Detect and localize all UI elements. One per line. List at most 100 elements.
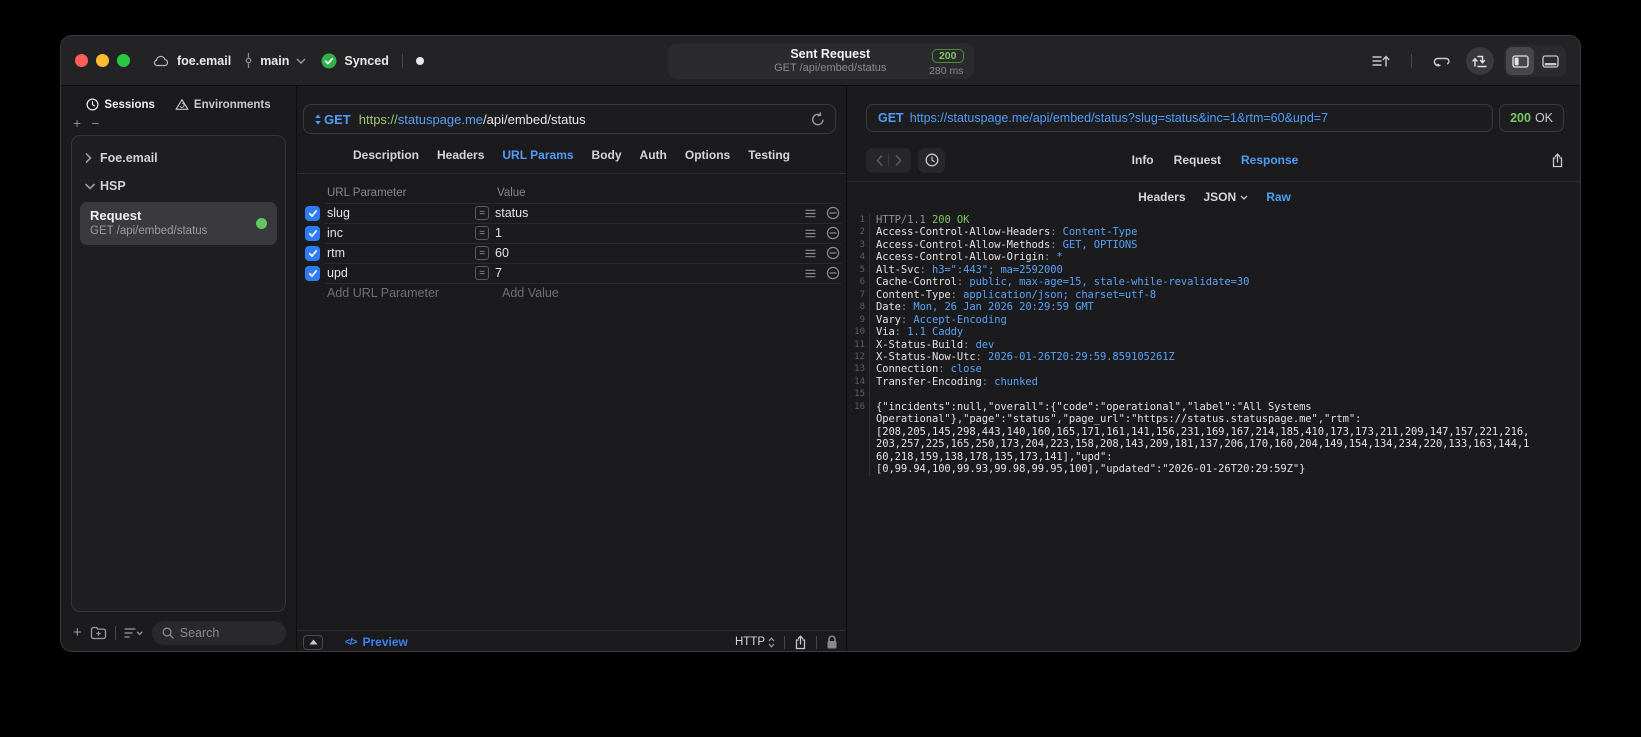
param-enabled-checkbox[interactable]: [305, 225, 320, 241]
param-enabled-checkbox[interactable]: [305, 265, 320, 281]
param-name[interactable]: upd: [327, 266, 475, 280]
editor-tab-description[interactable]: Description: [353, 148, 419, 162]
sync-status-label[interactable]: Synced: [344, 54, 388, 68]
sort-list-icon[interactable]: [124, 627, 144, 639]
response-status-text: OK: [1534, 111, 1553, 125]
titlebar: foe.email main Synced Sent Request GET /…: [61, 36, 1580, 86]
line-content: [208,205,145,298,443,140,160,165,171,161…: [876, 425, 1530, 438]
response-subtab-raw[interactable]: Raw: [1266, 190, 1291, 204]
param-enabled-checkbox[interactable]: [305, 205, 320, 221]
param-value[interactable]: 60: [495, 246, 805, 260]
param-options-icon[interactable]: [805, 209, 816, 218]
protocol-selector[interactable]: HTTP: [735, 636, 775, 648]
sidebar-search-input[interactable]: Search: [151, 620, 286, 645]
editor-tab-testing[interactable]: Testing: [748, 148, 790, 162]
param-value[interactable]: 7: [495, 266, 805, 280]
editor-tab-headers[interactable]: Headers: [437, 148, 484, 162]
param-name[interactable]: rtm: [327, 246, 475, 260]
expand-panel-button[interactable]: [303, 634, 323, 650]
method-selector[interactable]: GET: [314, 112, 351, 127]
request-url-bar[interactable]: GET https://statuspage.me/api/embed/stat…: [303, 104, 836, 134]
line-content: X-Status-Now-Utc: 2026-01-26T20:29:59.85…: [876, 350, 1175, 363]
chevron-right-icon[interactable]: [85, 153, 94, 163]
add-value-placeholder[interactable]: Add Value: [502, 286, 559, 300]
response-line: 15: [847, 388, 1580, 401]
param-name[interactable]: slug: [327, 206, 475, 220]
footer-divider: [816, 635, 817, 649]
editor-tab-options[interactable]: Options: [685, 148, 730, 162]
project-name[interactable]: foe.email: [177, 54, 231, 68]
tab-environments[interactable]: Environments: [175, 98, 271, 111]
line-number: 14: [854, 376, 865, 387]
response-subtab-headers[interactable]: Headers: [1138, 190, 1185, 204]
import-export-icon[interactable]: [1367, 47, 1395, 75]
response-body[interactable]: 1 HTTP/1.1 200 OK 2 Access-Control-Allow-He…: [847, 214, 1580, 476]
url-param-row: upd = 7: [297, 263, 846, 283]
param-enabled-checkbox[interactable]: [305, 245, 320, 261]
add-request-button[interactable]: +: [73, 624, 82, 641]
response-subtab-json[interactable]: JSON: [1204, 190, 1249, 204]
line-number: 6: [859, 277, 865, 288]
reload-icon[interactable]: [811, 111, 825, 127]
line-number: [847, 426, 865, 438]
response-line: 11 X-Status-Build: dev: [847, 338, 1580, 351]
param-value[interactable]: 1: [495, 226, 805, 240]
remove-param-icon[interactable]: [826, 206, 840, 220]
tree-item-label: HSP: [100, 179, 126, 193]
branch-name[interactable]: main: [260, 54, 289, 68]
zoom-window-button[interactable]: [117, 54, 130, 67]
back-button[interactable]: [870, 154, 888, 166]
new-group-folder-icon[interactable]: [90, 626, 107, 640]
line-content: Content-Type: application/json; charset=…: [876, 288, 1156, 301]
send-to-box-icon[interactable]: [1466, 47, 1494, 75]
add-session-button[interactable]: +: [73, 115, 81, 131]
sidebar-request-item[interactable]: Request GET /api/embed/status: [80, 202, 277, 245]
param-options-icon[interactable]: [805, 269, 816, 278]
remove-session-button[interactable]: −: [91, 115, 99, 131]
history-clock-button[interactable]: [918, 147, 945, 173]
param-value[interactable]: status: [495, 206, 805, 220]
editor-tab-url-params[interactable]: URL Params: [502, 148, 573, 162]
export-response-icon[interactable]: [1551, 152, 1564, 168]
response-line: 9 Vary: Accept-Encoding: [847, 313, 1580, 327]
line-number: 15: [854, 389, 865, 400]
column-header-value: Value: [497, 187, 526, 199]
method-label: GET: [324, 111, 351, 127]
sent-request-url[interactable]: GET https://statuspage.me/api/embed/stat…: [866, 104, 1494, 132]
preview-label: Preview: [362, 635, 408, 649]
add-param-row[interactable]: Add URL Parameter Add Value: [297, 283, 846, 303]
left-panel-toggle-icon[interactable]: [1506, 47, 1534, 75]
remove-param-icon[interactable]: [826, 266, 840, 280]
bottom-panel-toggle-icon[interactable]: [1536, 47, 1564, 75]
line-number: 12: [854, 351, 865, 362]
editor-tab-body[interactable]: Body: [592, 148, 622, 162]
forward-button[interactable]: [889, 154, 907, 166]
tree-item-hsp[interactable]: HSP: [77, 172, 280, 200]
tree-item-foe-email[interactable]: Foe.email: [77, 144, 280, 172]
url-host: statuspage.me: [397, 111, 484, 127]
response-tab-info[interactable]: Info: [1132, 153, 1154, 167]
remove-param-icon[interactable]: [826, 246, 840, 260]
param-options-icon[interactable]: [805, 229, 816, 238]
line-content: Vary: Accept-Encoding: [876, 313, 1007, 326]
titlebar-divider: [1411, 54, 1412, 68]
chevron-down-icon[interactable]: [85, 183, 95, 190]
response-tab-request[interactable]: Request: [1174, 153, 1221, 167]
equals-icon: =: [475, 266, 489, 280]
preview-button[interactable]: </> Preview: [345, 635, 408, 649]
activity-pill[interactable]: Sent Request GET /api/embed/status 200 2…: [667, 43, 974, 79]
chevron-down-icon[interactable]: [296, 57, 306, 64]
response-line: 14 Transfer-Encoding: chunked: [847, 375, 1580, 389]
param-options-icon[interactable]: [805, 249, 816, 258]
line-number: 4: [859, 252, 865, 263]
close-window-button[interactable]: [75, 54, 88, 67]
add-url-parameter-placeholder[interactable]: Add URL Parameter: [327, 286, 482, 300]
minimize-window-button[interactable]: [96, 54, 109, 67]
editor-tab-auth[interactable]: Auth: [640, 148, 667, 162]
share-icon[interactable]: [794, 634, 807, 650]
response-tab-response[interactable]: Response: [1241, 153, 1298, 167]
param-name[interactable]: inc: [327, 226, 475, 240]
remove-param-icon[interactable]: [826, 226, 840, 240]
flow-loop-icon[interactable]: [1428, 47, 1456, 75]
tab-sessions[interactable]: Sessions: [86, 98, 155, 111]
